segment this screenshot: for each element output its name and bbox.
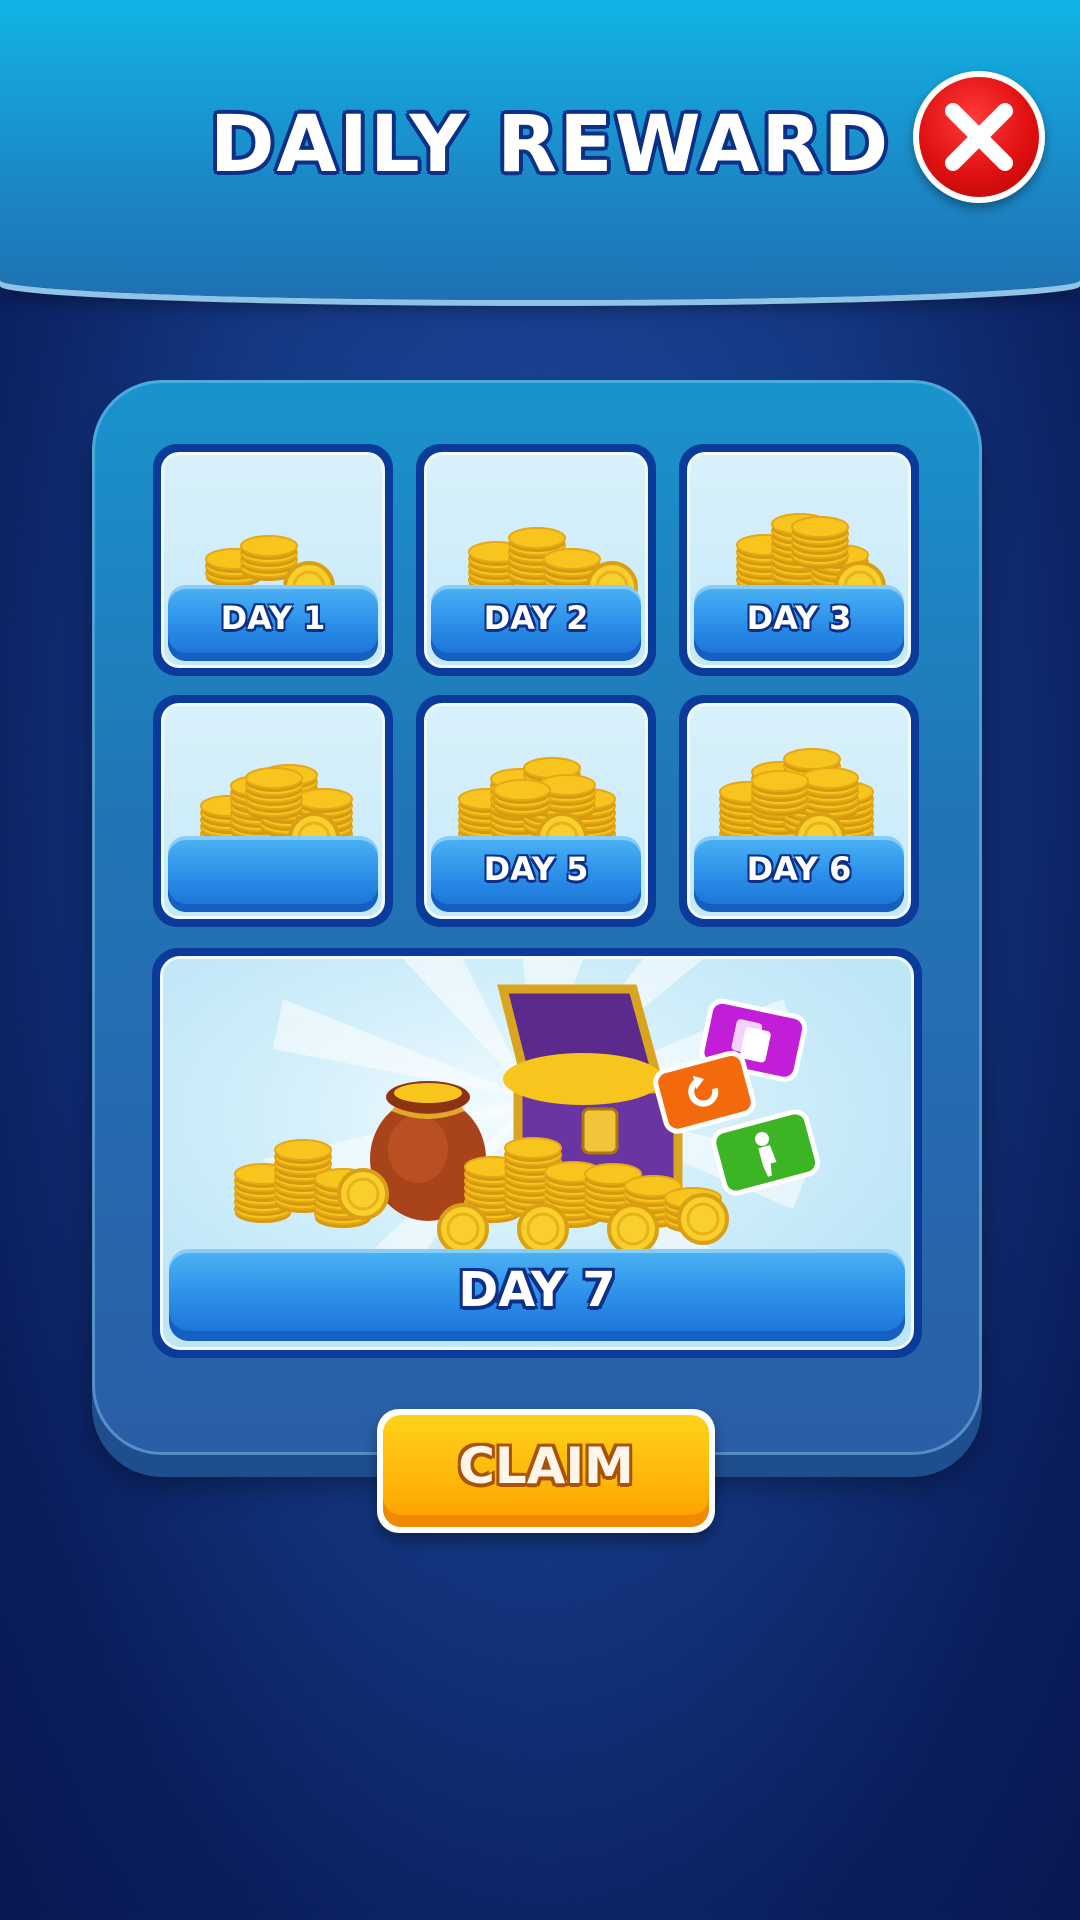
day-label: DAY 2 bbox=[483, 599, 589, 637]
day-7-label-bar: DAY 7 bbox=[169, 1249, 905, 1341]
day-label-bar: DAY 6 bbox=[694, 836, 904, 912]
reward-card-day-1[interactable]: DAY 1 bbox=[153, 444, 393, 676]
reward-card-day-5[interactable]: DAY 5 bbox=[416, 695, 656, 927]
close-icon bbox=[945, 103, 1013, 171]
close-button[interactable] bbox=[913, 71, 1045, 203]
day-label-bar: DAY 5 bbox=[431, 836, 641, 912]
reward-card-day-3[interactable]: DAY 3 bbox=[679, 444, 919, 676]
claim-label: CLAIM bbox=[458, 1437, 634, 1495]
day-label-bar: DAY 2 bbox=[431, 585, 641, 661]
day-label-bar: DAY 3 bbox=[694, 585, 904, 661]
day-label-bar: DAY 1 bbox=[168, 585, 378, 661]
day-label: DAY 6 bbox=[746, 850, 852, 888]
day-label-bar bbox=[168, 836, 378, 912]
reward-card-day-2[interactable]: DAY 2 bbox=[416, 444, 656, 676]
day-label: DAY 7 bbox=[458, 1262, 616, 1318]
reward-card-day-6[interactable]: DAY 6 bbox=[679, 695, 919, 927]
reward-card-day-4[interactable] bbox=[153, 695, 393, 927]
day-label: DAY 5 bbox=[483, 850, 589, 888]
reward-card-day-7[interactable]: DAY 7 bbox=[152, 948, 922, 1358]
day-label: DAY 3 bbox=[746, 599, 852, 637]
hint-figure-icon bbox=[711, 1109, 821, 1196]
claim-button[interactable]: CLAIM bbox=[377, 1409, 715, 1533]
day-label: DAY 1 bbox=[220, 599, 326, 637]
